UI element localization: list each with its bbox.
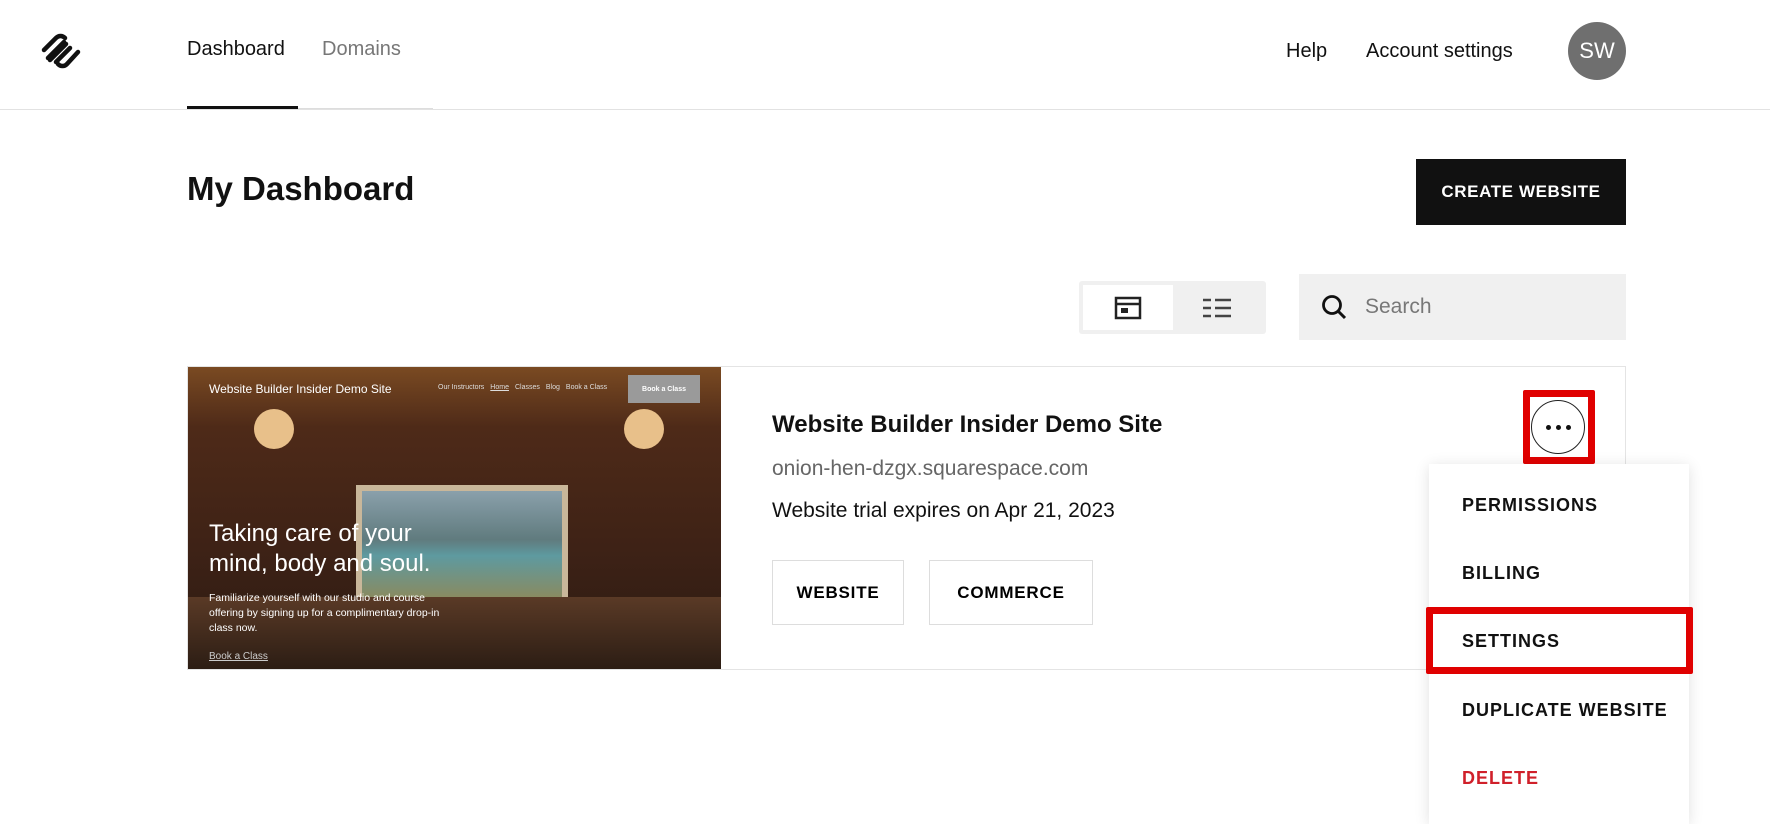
- thumbnail-nav: Our Instructors Home Classes Blog Book a…: [438, 384, 607, 391]
- menu-item-duplicate-website[interactable]: DUPLICATE WEBSITE: [1462, 700, 1668, 721]
- list-view-button[interactable]: [1172, 285, 1262, 330]
- active-tab-indicator: [187, 106, 298, 109]
- view-toggle: [1079, 281, 1266, 334]
- card-view-icon: [1114, 296, 1142, 319]
- thumbnail-nav-item: Blog: [545, 384, 560, 391]
- thumbnail-lamp: [254, 409, 294, 449]
- site-card: Website Builder Insider Demo Site Our In…: [187, 366, 1626, 670]
- highlight-box: [1426, 607, 1693, 674]
- list-view-icon: [1203, 298, 1231, 317]
- site-url[interactable]: onion-hen-dzgx.squarespace.com: [772, 457, 1088, 481]
- site-thumbnail[interactable]: Website Builder Insider Demo Site Our In…: [188, 367, 721, 669]
- search-icon: [1322, 295, 1347, 320]
- site-title[interactable]: Website Builder Insider Demo Site: [772, 411, 1162, 439]
- commerce-button[interactable]: COMMERCE: [929, 560, 1093, 625]
- tab-divider: [298, 108, 433, 109]
- top-nav: Dashboard Domains Help Account settings …: [0, 0, 1770, 110]
- menu-item-permissions[interactable]: PERMISSIONS: [1462, 495, 1598, 516]
- help-link[interactable]: Help: [1286, 40, 1327, 63]
- page-title: My Dashboard: [187, 170, 415, 207]
- thumbnail-nav-item: Book a Class: [565, 384, 608, 391]
- squarespace-logo-icon[interactable]: [38, 32, 84, 70]
- thumbnail-cta: Book a Class: [628, 375, 700, 403]
- account-settings-link[interactable]: Account settings: [1366, 40, 1513, 63]
- menu-item-billing[interactable]: BILLING: [1462, 563, 1541, 584]
- thumbnail-nav-item: Home: [490, 384, 509, 391]
- search-box: [1299, 274, 1626, 340]
- thumbnail-lamp: [624, 409, 664, 449]
- thumbnail-site-name: Website Builder Insider Demo Site: [209, 382, 392, 396]
- trial-status: Website trial expires on Apr 21, 2023: [772, 499, 1115, 522]
- website-button[interactable]: WEBSITE: [772, 560, 904, 625]
- thumbnail-body: Familiarize yourself with our studio and…: [209, 592, 440, 634]
- grid-view-button[interactable]: [1083, 285, 1173, 330]
- create-website-button[interactable]: CREATE WEBSITE: [1416, 159, 1626, 225]
- search-input[interactable]: [1365, 295, 1605, 319]
- avatar[interactable]: SW: [1568, 22, 1626, 80]
- highlight-box: [1523, 390, 1595, 464]
- thumbnail-link: Book a Class: [209, 651, 268, 662]
- tab-dashboard[interactable]: Dashboard: [187, 38, 285, 61]
- menu-item-delete[interactable]: DELETE: [1462, 768, 1539, 789]
- thumbnail-nav-item: Our Instructors: [438, 384, 485, 391]
- thumbnail-nav-item: Classes: [514, 384, 540, 391]
- tab-domains[interactable]: Domains: [322, 38, 401, 61]
- thumbnail-headline: Taking care of your mind, body and soul.: [209, 520, 431, 577]
